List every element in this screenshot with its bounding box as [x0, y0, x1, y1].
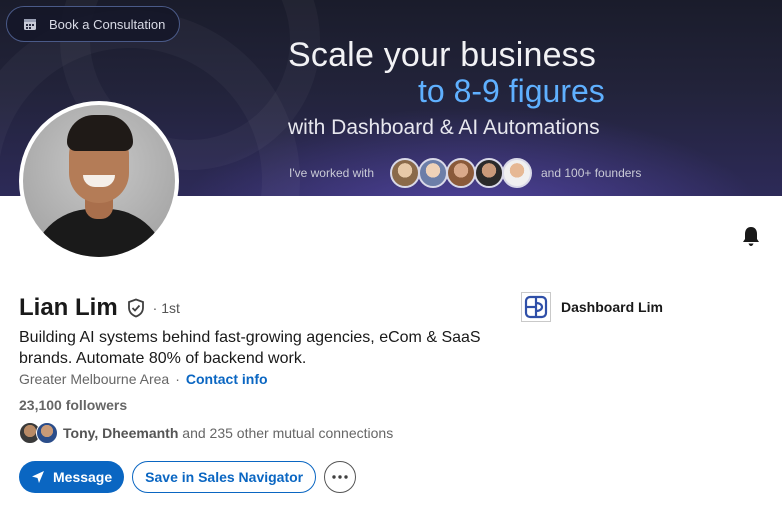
- message-button[interactable]: Message: [19, 461, 125, 493]
- verified-shield-icon[interactable]: [126, 298, 146, 318]
- save-sales-navigator-button[interactable]: Save in Sales Navigator: [132, 461, 317, 493]
- sales-navigator-label: Save in Sales Navigator: [145, 469, 304, 485]
- mutual-rest: and 235 other mutual connections: [182, 425, 394, 441]
- company-name: Dashboard Lim: [561, 299, 663, 315]
- dashboard-logo-icon: [524, 295, 548, 319]
- banner-headline-accent: to 8-9 figures: [418, 73, 605, 109]
- location-text: Greater Melbourne Area: [19, 371, 170, 387]
- connection-degree: · 1st: [152, 300, 180, 316]
- profile-name: Lian Lim: [19, 294, 118, 321]
- founder-avatar: [502, 158, 532, 188]
- location-row: Greater Melbourne Area · Contact info: [19, 371, 268, 387]
- profile-photo[interactable]: [19, 101, 179, 261]
- banner-founders-count: and 100+ founders: [541, 166, 642, 180]
- avatar: [23, 105, 175, 257]
- location-separator: ·: [175, 371, 180, 387]
- mutual-text: Tony, Dheemanth and 235 other mutual con…: [63, 425, 393, 441]
- company-logo: [521, 292, 551, 322]
- founder-avatar: [418, 158, 448, 188]
- banner-worked-with: I've worked with: [289, 166, 374, 180]
- message-label: Message: [53, 469, 113, 485]
- calendar-icon: [24, 19, 36, 30]
- mutual-avatar: [36, 422, 58, 444]
- founder-avatar: [474, 158, 504, 188]
- banner-headline: Scale your business: [288, 36, 597, 74]
- profile-name-row: Lian Lim · 1st: [19, 294, 180, 322]
- mutual-avatars: [19, 422, 61, 444]
- profile-actions: Message Save in Sales Navigator: [19, 461, 357, 493]
- avatar-hair: [67, 115, 133, 151]
- followers-count[interactable]: 23,100 followers: [19, 397, 127, 413]
- founder-avatar: [390, 158, 420, 188]
- profile-headline: Building AI systems behind fast-growing …: [19, 329, 481, 367]
- bell-icon[interactable]: [740, 225, 762, 247]
- ellipsis-icon: [332, 475, 348, 479]
- founder-avatar: [446, 158, 476, 188]
- send-icon: [32, 471, 44, 483]
- mutual-names: Tony, Dheemanth: [63, 425, 179, 441]
- current-company[interactable]: Dashboard Lim: [521, 292, 663, 322]
- contact-info-link[interactable]: Contact info: [186, 371, 268, 387]
- mutual-connections[interactable]: Tony, Dheemanth and 235 other mutual con…: [19, 422, 393, 444]
- book-consultation-label: Book a Consultation: [49, 16, 166, 32]
- banner-subheadline: with Dashboard & AI Automations: [288, 116, 600, 139]
- book-consultation-button[interactable]: Book a Consultation: [6, 6, 180, 42]
- more-actions-button[interactable]: [324, 461, 357, 493]
